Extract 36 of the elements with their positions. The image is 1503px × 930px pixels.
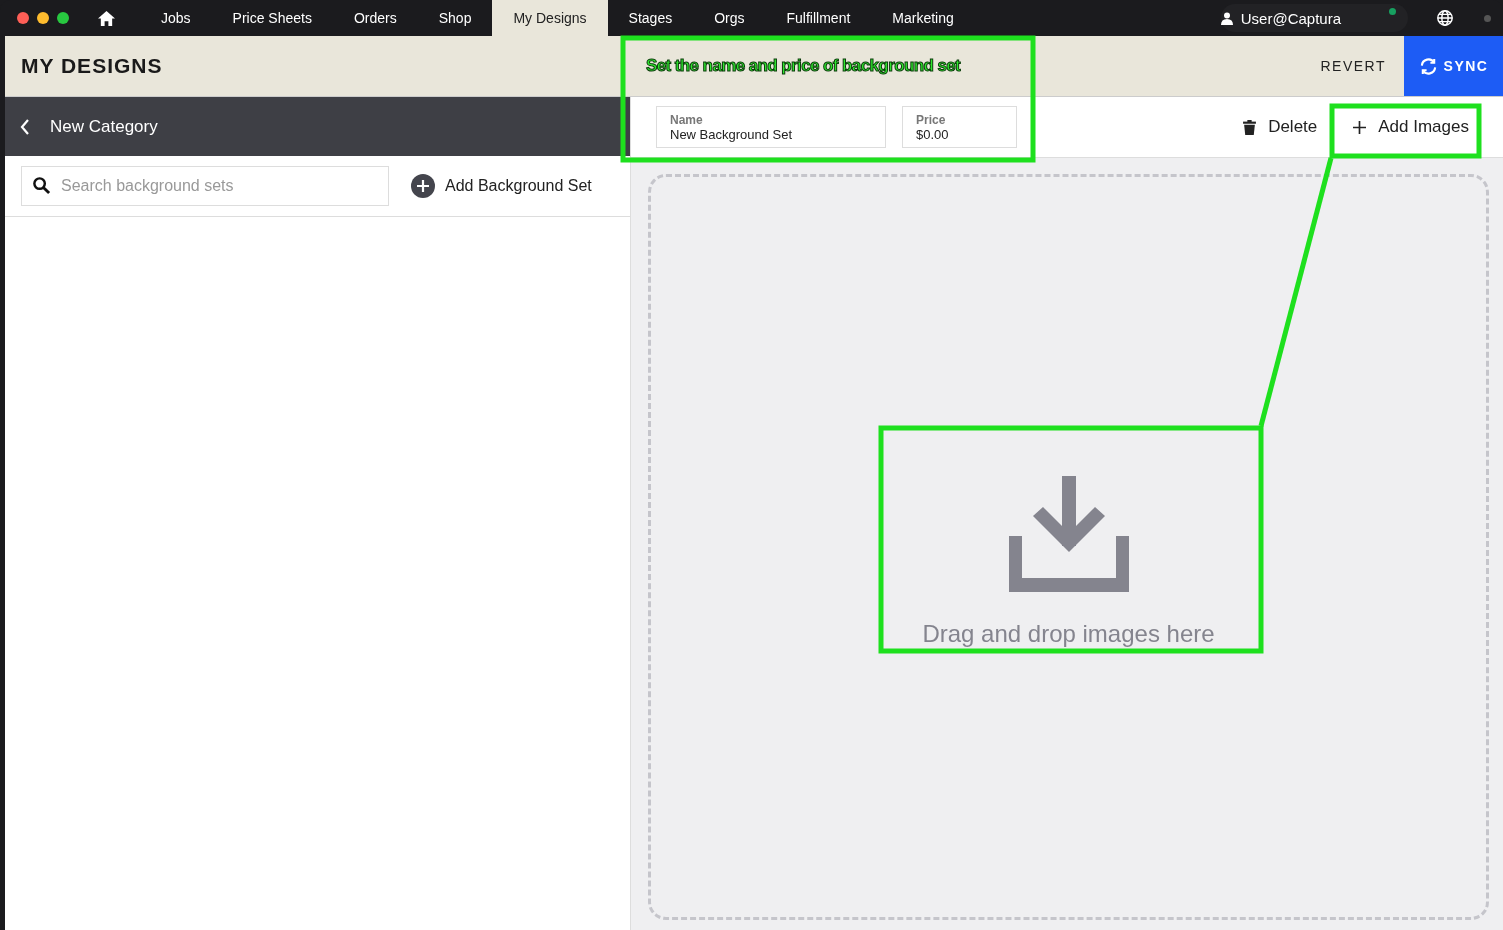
search-icon	[32, 176, 51, 195]
nav-tab[interactable]: Fulfillment	[765, 0, 872, 36]
drop-zone-text: Drag and drop images here	[922, 620, 1215, 648]
sync-icon	[1418, 56, 1438, 76]
page-title: MY DESIGNS	[21, 54, 163, 78]
revert-button[interactable]: REVERT	[1302, 58, 1404, 74]
delete-button[interactable]: Delete	[1235, 117, 1326, 137]
nav-tab[interactable]: Marketing	[871, 0, 975, 36]
nav-tab[interactable]: Jobs	[140, 0, 212, 36]
globe-icon[interactable]	[1436, 9, 1454, 27]
sync-button[interactable]: SYNC	[1404, 36, 1503, 96]
nav-tab[interactable]: My Designs	[492, 0, 608, 36]
zoom-window-icon[interactable]	[57, 12, 69, 24]
home-icon[interactable]	[97, 9, 116, 27]
back-chevron-icon[interactable]	[20, 118, 30, 135]
trash-icon	[1243, 119, 1257, 135]
nav-tab[interactable]: Stages	[607, 0, 694, 36]
nav-tab[interactable]: Orgs	[693, 0, 766, 36]
status-dot-icon	[1389, 8, 1396, 15]
price-field[interactable]: Price $0.00	[902, 106, 1017, 148]
add-images-button[interactable]: Add Images	[1341, 105, 1481, 149]
add-background-set-button[interactable]: Add Background Set	[411, 174, 592, 198]
category-title: New Category	[50, 116, 158, 137]
minimize-window-icon[interactable]	[37, 12, 49, 24]
nav-tab[interactable]: Price Sheets	[211, 0, 333, 36]
search-field[interactable]: Search background sets	[21, 166, 389, 206]
nav-tab[interactable]: Shop	[417, 0, 493, 36]
download-icon	[1008, 476, 1129, 592]
plus-circle-icon	[411, 174, 435, 198]
annotation-text: Set the name and price of background set	[646, 56, 961, 76]
nav-tab[interactable]: Orders	[332, 0, 418, 36]
status-dot-icon	[1484, 14, 1491, 22]
close-window-icon[interactable]	[17, 12, 29, 24]
plus-icon	[1353, 119, 1367, 135]
name-field[interactable]: Name New Background Set	[656, 106, 886, 148]
user-icon	[1220, 11, 1233, 25]
